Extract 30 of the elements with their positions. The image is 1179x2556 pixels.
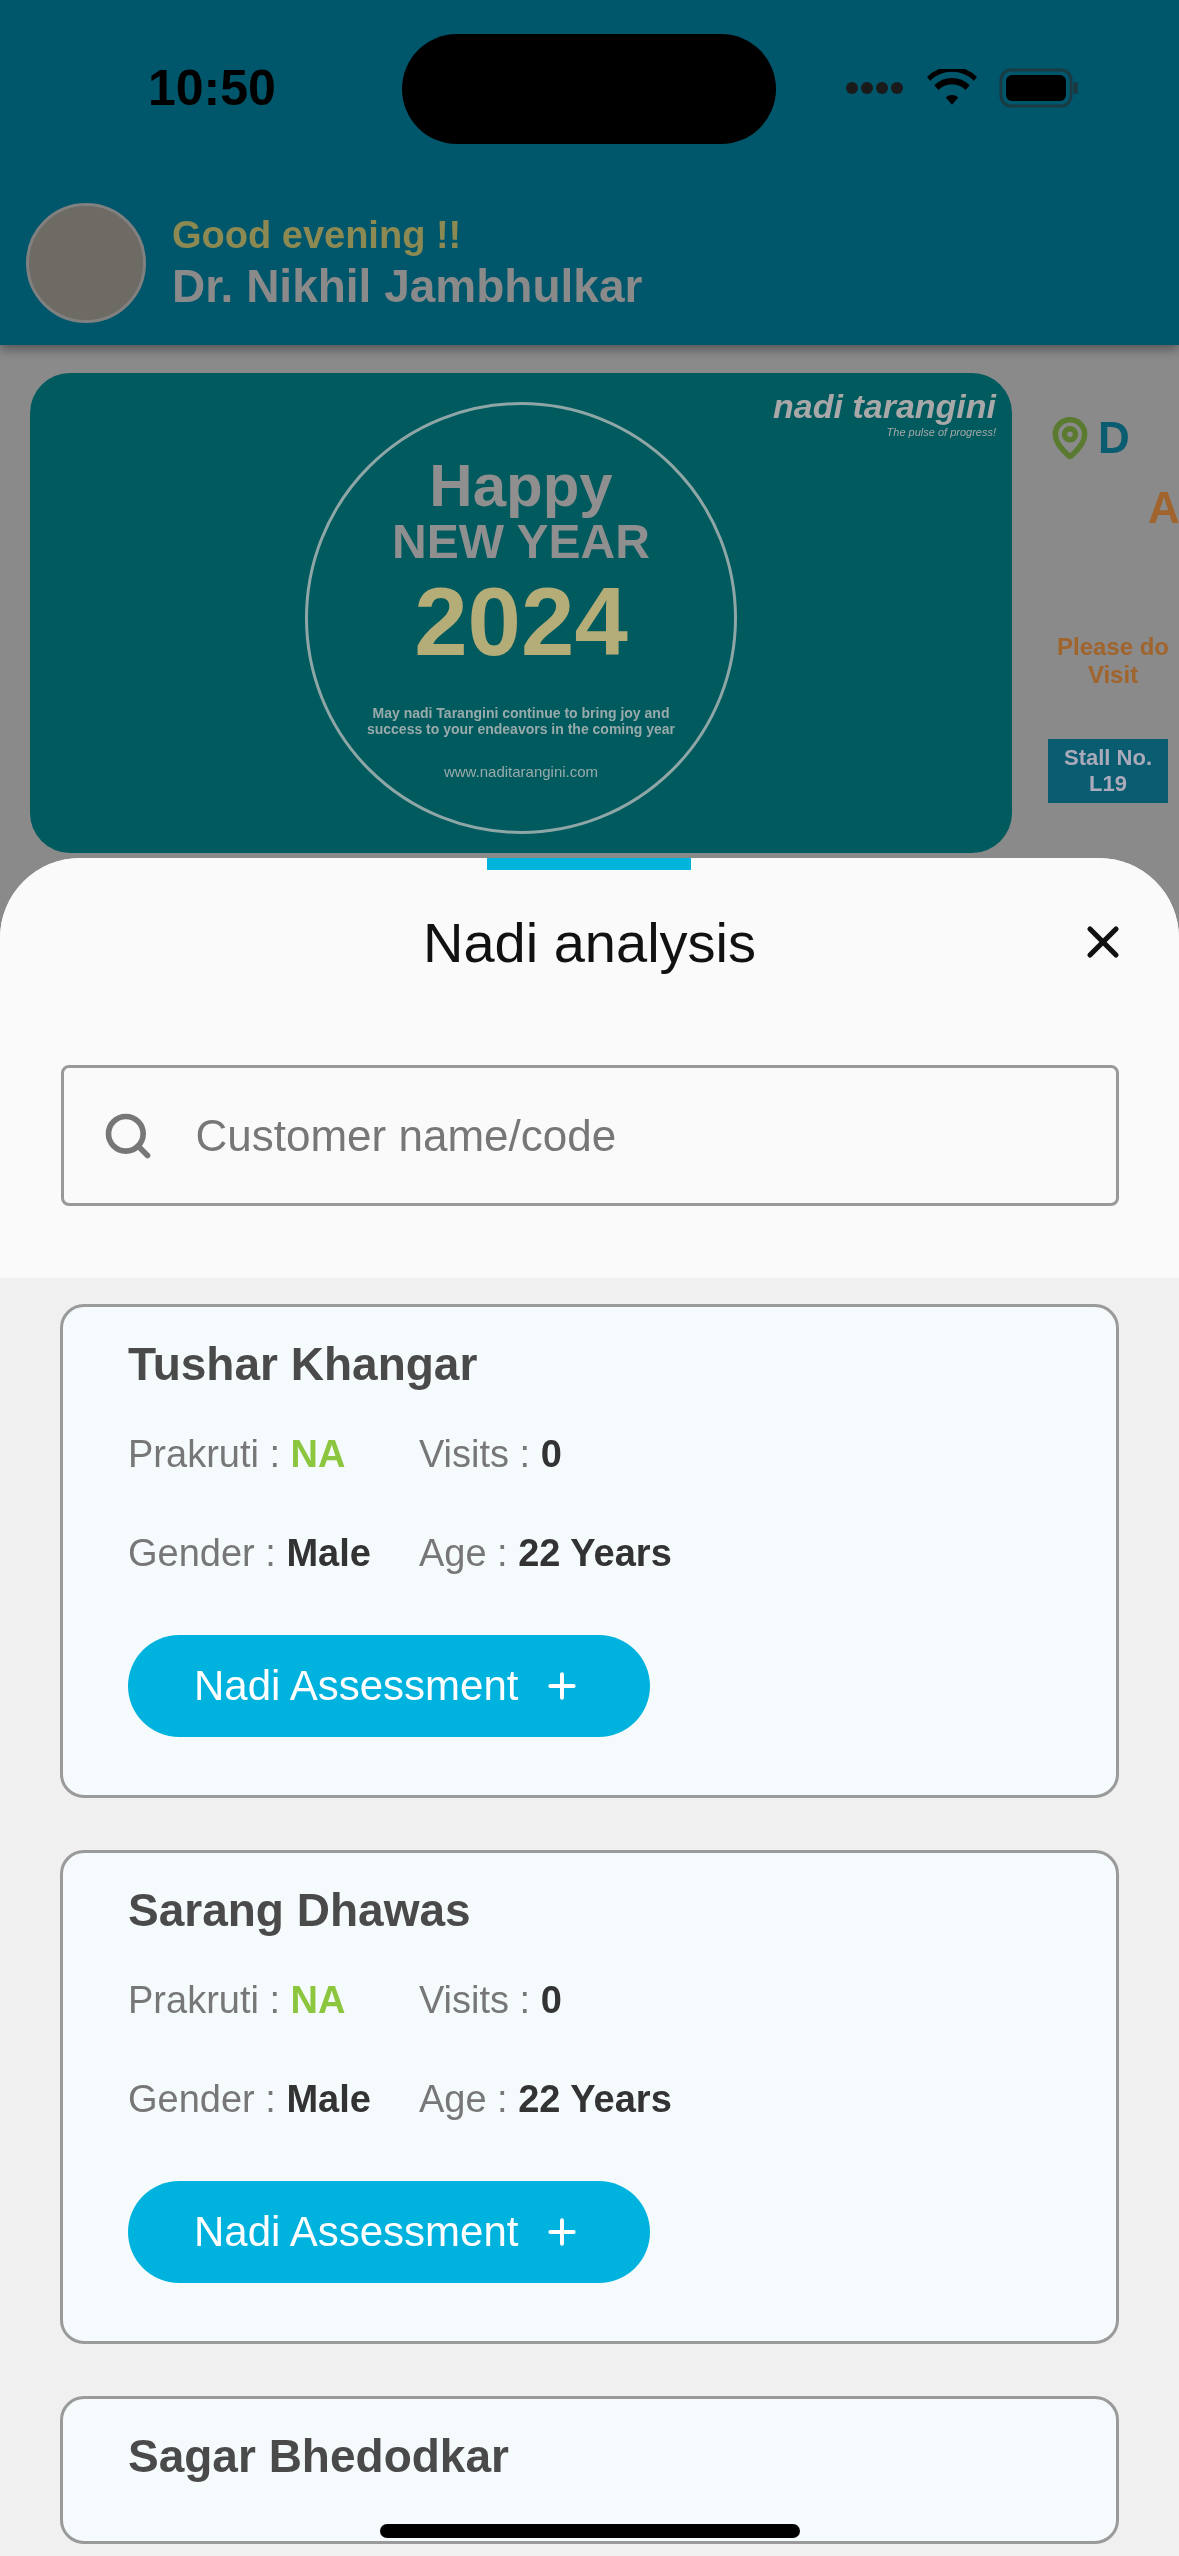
- customer-name: Sarang Dhawas: [128, 1883, 472, 1937]
- customer-name: Sagar Bhedodkar: [128, 2429, 510, 2483]
- search-field[interactable]: Customer name/code: [60, 1065, 1119, 1206]
- status-time: 10:50: [148, 58, 276, 117]
- search-input[interactable]: Customer name/code: [193, 1109, 1116, 1162]
- sheet-title: Nadi analysis: [422, 910, 756, 975]
- promo-subheading: A: [1148, 483, 1179, 533]
- customer-detail: Visits : 0: [418, 1433, 563, 1476]
- customer-detail: Prakruti : NA: [128, 1979, 347, 2022]
- banner-logo: nadi tarangini: [773, 387, 996, 426]
- stall-number: Stall No. L19: [1048, 739, 1168, 803]
- customer-card[interactable]: Tushar Khangar Prakruti : NA Visits : 0 Gender : Male Age : 22 Years Nadi Assessment: [60, 1304, 1119, 1798]
- banner-url: www.naditarangini.com: [443, 762, 599, 780]
- customer-card[interactable]: Sarang Dhawas Prakruti : NA Visits : 0 Gender : Male Age : 22 Years Nadi Assessment: [60, 1850, 1119, 2344]
- user-name: Dr. Nikhil Jambhulkar: [172, 258, 643, 313]
- customer-detail: Prakruti : NA: [128, 1433, 347, 1476]
- promo-invite: Please do Visit: [1055, 633, 1171, 689]
- customer-detail: Age : 22 Years: [418, 1532, 672, 1575]
- banner-message: May nadi Tarangini continue to bring joy and success to your endeavors in the coming year: [365, 704, 677, 737]
- banner-year: 2024: [414, 569, 628, 675]
- customer-name: Tushar Khangar: [128, 1337, 479, 1391]
- customer-card[interactable]: Sagar Bhedodkar: [60, 2396, 1119, 2544]
- customer-detail: Visits : 0: [418, 1979, 563, 2022]
- promo-heading: D: [1098, 413, 1130, 463]
- banner-heading: Happy: [429, 456, 613, 517]
- customer-detail: Gender : Male: [128, 2078, 371, 2121]
- banner-tagline: The pulse of progress!: [886, 426, 996, 438]
- customer-detail: Gender : Male: [128, 1532, 371, 1575]
- customer-detail: Age : 22 Years: [418, 2078, 672, 2121]
- greeting: Good evening !!: [172, 213, 463, 257]
